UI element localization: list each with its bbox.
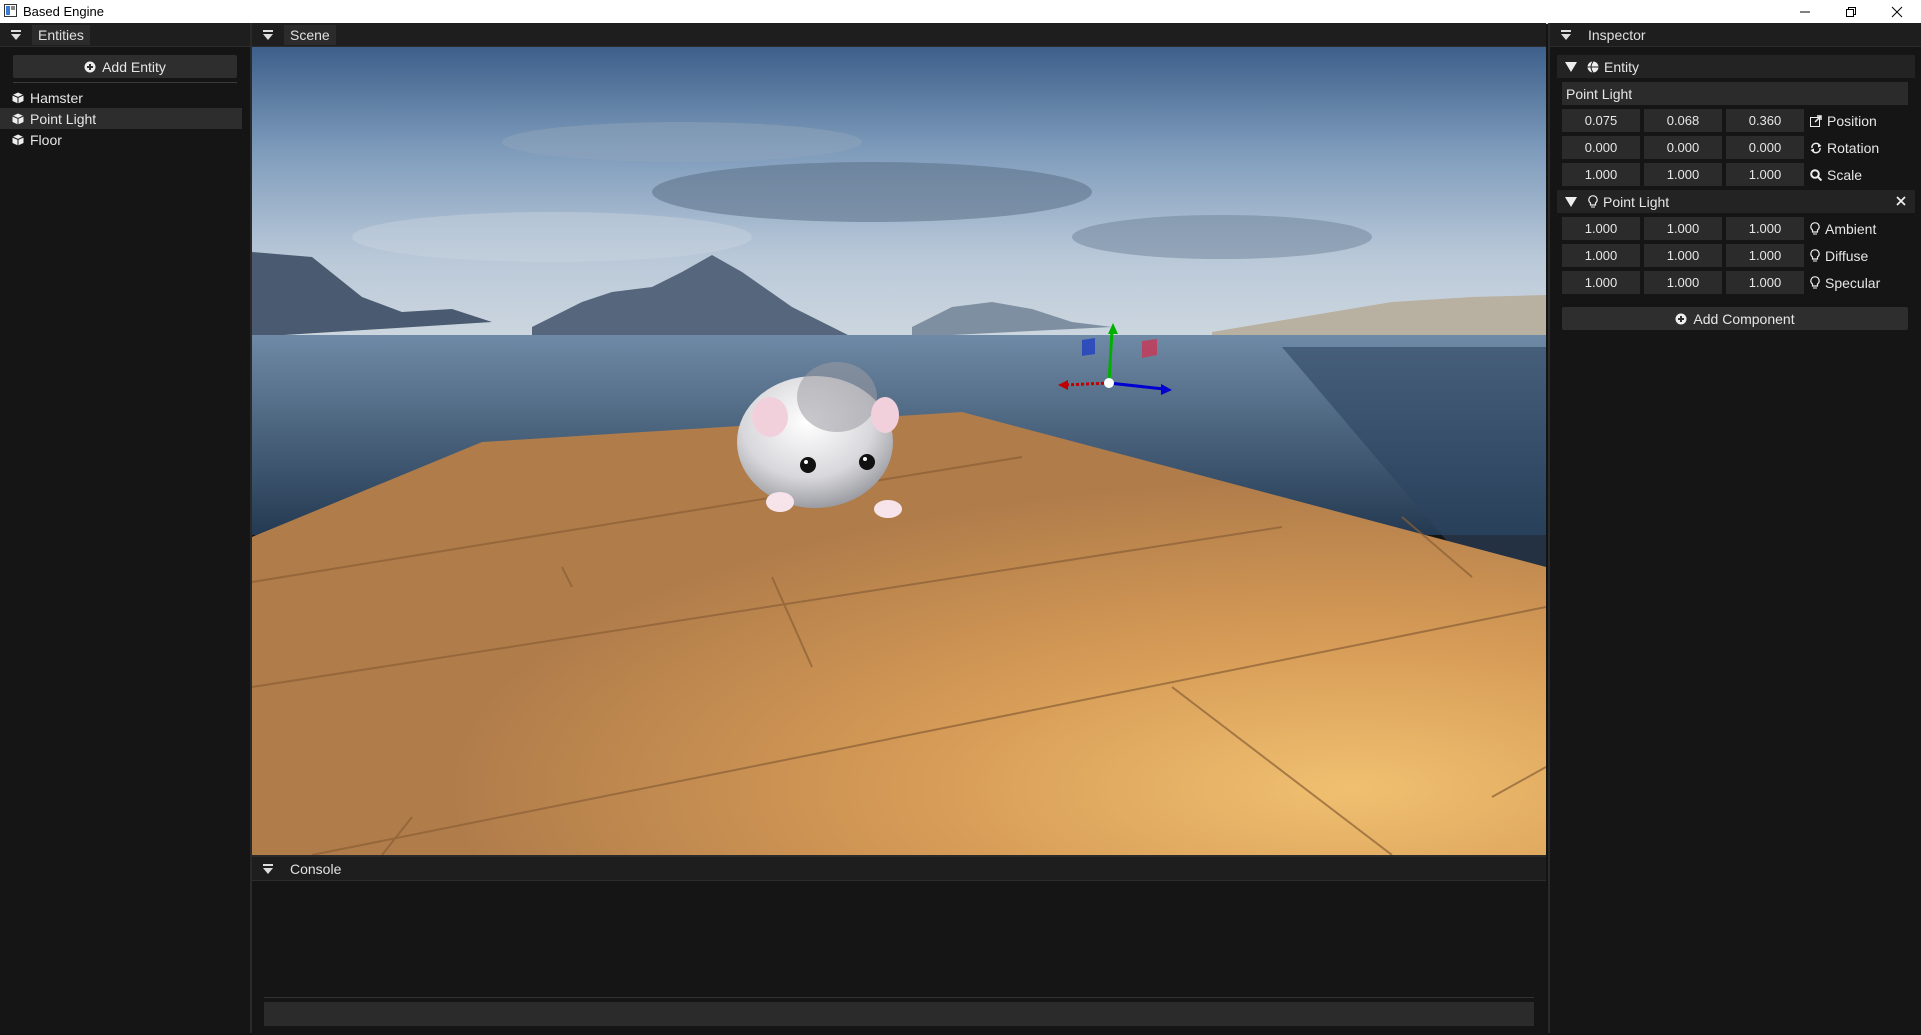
entity-label: Floor bbox=[30, 131, 62, 148]
rotation-label: Rotation bbox=[1810, 136, 1879, 159]
tab-console[interactable]: Console bbox=[284, 859, 347, 879]
entity-label: Hamster bbox=[30, 89, 83, 106]
minimize-icon[interactable] bbox=[1782, 0, 1828, 23]
window-title: Based Engine bbox=[23, 4, 104, 19]
diffuse-r-field[interactable]: 1.000 bbox=[1562, 244, 1640, 267]
rotation-z-field[interactable]: 0.000 bbox=[1726, 136, 1804, 159]
divider bbox=[264, 997, 1534, 998]
scale-x-field[interactable]: 1.000 bbox=[1562, 163, 1640, 186]
scene-panel: Scene bbox=[252, 23, 1546, 855]
magnifier-icon bbox=[1810, 168, 1822, 181]
panel-menu-icon[interactable] bbox=[260, 861, 276, 877]
entity-globe-icon bbox=[1587, 60, 1599, 73]
tab-inspector[interactable]: Inspector bbox=[1582, 25, 1652, 45]
specular-g-field[interactable]: 1.000 bbox=[1644, 271, 1722, 294]
lightbulb-icon bbox=[1810, 222, 1820, 235]
point-light-section-title: Point Light bbox=[1603, 193, 1670, 210]
position-y-field[interactable]: 0.068 bbox=[1644, 109, 1722, 132]
diffuse-row: 1.000 1.000 1.000 Diffuse bbox=[1562, 244, 1921, 267]
divider bbox=[13, 82, 237, 83]
scale-label: Scale bbox=[1810, 163, 1862, 186]
specular-row: 1.000 1.000 1.000 Specular bbox=[1562, 271, 1921, 294]
console-input[interactable] bbox=[264, 1002, 1534, 1026]
entity-list: Hamster Point Light Floor bbox=[0, 87, 242, 150]
diffuse-b-field[interactable]: 1.000 bbox=[1726, 244, 1804, 267]
remove-component-icon[interactable] bbox=[1895, 195, 1907, 207]
rotation-x-field[interactable]: 0.000 bbox=[1562, 136, 1640, 159]
rotation-y-field[interactable]: 0.000 bbox=[1644, 136, 1722, 159]
position-row: 0.075 0.068 0.360 Position bbox=[1562, 109, 1921, 132]
plus-circle-icon bbox=[1675, 313, 1687, 324]
close-icon[interactable] bbox=[1874, 0, 1920, 23]
plus-circle-icon bbox=[84, 61, 96, 72]
scale-z-field[interactable]: 1.000 bbox=[1726, 163, 1804, 186]
add-entity-label: Add Entity bbox=[102, 58, 166, 75]
list-item-hamster[interactable]: Hamster bbox=[0, 87, 242, 108]
console-panel: Console bbox=[252, 855, 1546, 1035]
position-z-field[interactable]: 0.360 bbox=[1726, 109, 1804, 132]
specular-label: Specular bbox=[1810, 271, 1880, 294]
scene-panel-header: Scene bbox=[252, 23, 1546, 47]
ambient-row: 1.000 1.000 1.000 Ambient bbox=[1562, 217, 1921, 240]
inspector-panel: Inspector Entity Point Light 0.075 0.068… bbox=[1548, 23, 1921, 1033]
add-entity-button[interactable]: Add Entity bbox=[13, 55, 237, 78]
entities-panel-header: Entities bbox=[0, 23, 250, 47]
lightbulb-icon bbox=[1810, 249, 1820, 262]
diffuse-g-field[interactable]: 1.000 bbox=[1644, 244, 1722, 267]
scene-viewport[interactable] bbox=[252, 47, 1546, 855]
position-label: Position bbox=[1810, 109, 1877, 132]
entity-section-header[interactable]: Entity bbox=[1557, 55, 1915, 78]
panel-menu-icon[interactable] bbox=[260, 27, 276, 43]
ambient-r-field[interactable]: 1.000 bbox=[1562, 217, 1640, 240]
cube-icon bbox=[12, 134, 24, 145]
list-item-point-light[interactable]: Point Light bbox=[0, 108, 242, 129]
entities-panel: Entities Add Entity Hamster Point Light … bbox=[0, 23, 252, 1033]
lightbulb-icon bbox=[1588, 195, 1598, 208]
scale-row: 1.000 1.000 1.000 Scale bbox=[1562, 163, 1921, 186]
specular-b-field[interactable]: 1.000 bbox=[1726, 271, 1804, 294]
position-x-field[interactable]: 0.075 bbox=[1562, 109, 1640, 132]
rotation-row: 0.000 0.000 0.000 Rotation bbox=[1562, 136, 1921, 159]
panel-menu-icon[interactable] bbox=[1558, 27, 1574, 43]
tab-scene[interactable]: Scene bbox=[284, 24, 336, 45]
ambient-g-field[interactable]: 1.000 bbox=[1644, 217, 1722, 240]
ambient-label: Ambient bbox=[1810, 217, 1876, 240]
entity-section-title: Entity bbox=[1604, 58, 1640, 75]
restore-icon[interactable] bbox=[1828, 0, 1874, 23]
triangle-down-icon bbox=[1565, 61, 1577, 72]
ambient-b-field[interactable]: 1.000 bbox=[1726, 217, 1804, 240]
point-light-section-header[interactable]: Point Light bbox=[1557, 190, 1915, 213]
tab-entities[interactable]: Entities bbox=[32, 24, 90, 45]
rotate-icon bbox=[1810, 142, 1822, 153]
console-panel-header: Console bbox=[252, 857, 1546, 881]
entity-name-field[interactable]: Point Light bbox=[1562, 82, 1908, 105]
add-component-button[interactable]: Add Component bbox=[1562, 307, 1908, 330]
triangle-down-icon bbox=[1565, 196, 1577, 207]
specular-r-field[interactable]: 1.000 bbox=[1562, 271, 1640, 294]
inspector-panel-header: Inspector bbox=[1550, 23, 1921, 47]
cube-icon bbox=[12, 113, 24, 124]
app-icon bbox=[4, 4, 17, 17]
lightbulb-icon bbox=[1810, 276, 1820, 289]
panel-menu-icon[interactable] bbox=[8, 27, 24, 43]
cube-icon bbox=[12, 92, 24, 103]
window-title-bar: Based Engine bbox=[0, 0, 1921, 24]
add-component-label: Add Component bbox=[1693, 310, 1795, 327]
move-icon bbox=[1810, 114, 1822, 127]
list-item-floor[interactable]: Floor bbox=[0, 129, 242, 150]
scale-y-field[interactable]: 1.000 bbox=[1644, 163, 1722, 186]
diffuse-label: Diffuse bbox=[1810, 244, 1868, 267]
entity-label: Point Light bbox=[30, 110, 97, 127]
